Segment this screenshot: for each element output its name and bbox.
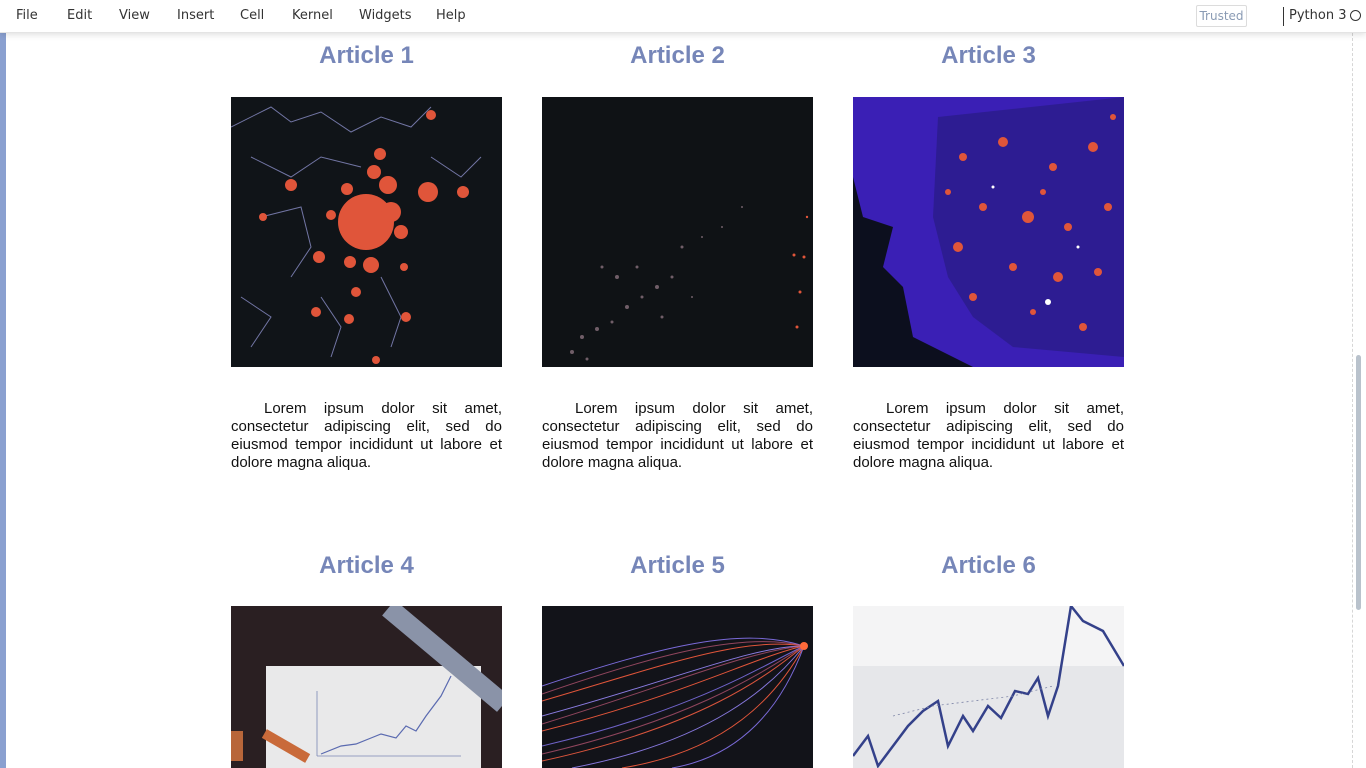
- menu-help[interactable]: Help: [436, 8, 466, 23]
- article-title: Article 2: [630, 42, 725, 69]
- article-text: Lorem ipsum dolor sit amet, consectetur …: [542, 400, 813, 471]
- article-image-desk-chart: [231, 606, 502, 768]
- article-text: Lorem ipsum dolor sit amet, consectetur …: [231, 400, 502, 471]
- article-title: Article 1: [319, 42, 414, 69]
- scrollbar-thumb[interactable]: [1356, 355, 1361, 610]
- cell-right-border: [1352, 33, 1353, 768]
- article-image-particles: [542, 97, 813, 367]
- kernel-status-icon: [1350, 10, 1361, 21]
- menu-view[interactable]: View: [119, 8, 150, 23]
- article-image-line-graph: [853, 606, 1124, 768]
- selected-cell-indicator: [0, 33, 6, 768]
- kernel-name[interactable]: Python 3: [1289, 8, 1346, 23]
- article-image-light-streaks: [542, 606, 813, 768]
- article-image-map-china: [231, 97, 502, 367]
- menu-widgets[interactable]: Widgets: [359, 8, 412, 23]
- trusted-indicator[interactable]: Trusted: [1196, 5, 1247, 27]
- menu-edit[interactable]: Edit: [67, 8, 92, 23]
- article-title: Article 4: [319, 552, 414, 579]
- article-text: Lorem ipsum dolor sit amet, consectetur …: [853, 400, 1124, 471]
- menu-insert[interactable]: Insert: [177, 8, 214, 23]
- menu-kernel[interactable]: Kernel: [292, 8, 333, 23]
- menu-file[interactable]: File: [16, 8, 38, 23]
- article-title: Article 6: [941, 552, 1036, 579]
- article-title: Article 3: [941, 42, 1036, 69]
- kernel-separator: [1283, 7, 1284, 26]
- article-title: Article 5: [630, 552, 725, 579]
- article-image-map-usa: [853, 97, 1124, 367]
- notebook-menubar: File Edit View Insert Cell Kernel Widget…: [0, 0, 1366, 33]
- menu-cell[interactable]: Cell: [240, 8, 264, 23]
